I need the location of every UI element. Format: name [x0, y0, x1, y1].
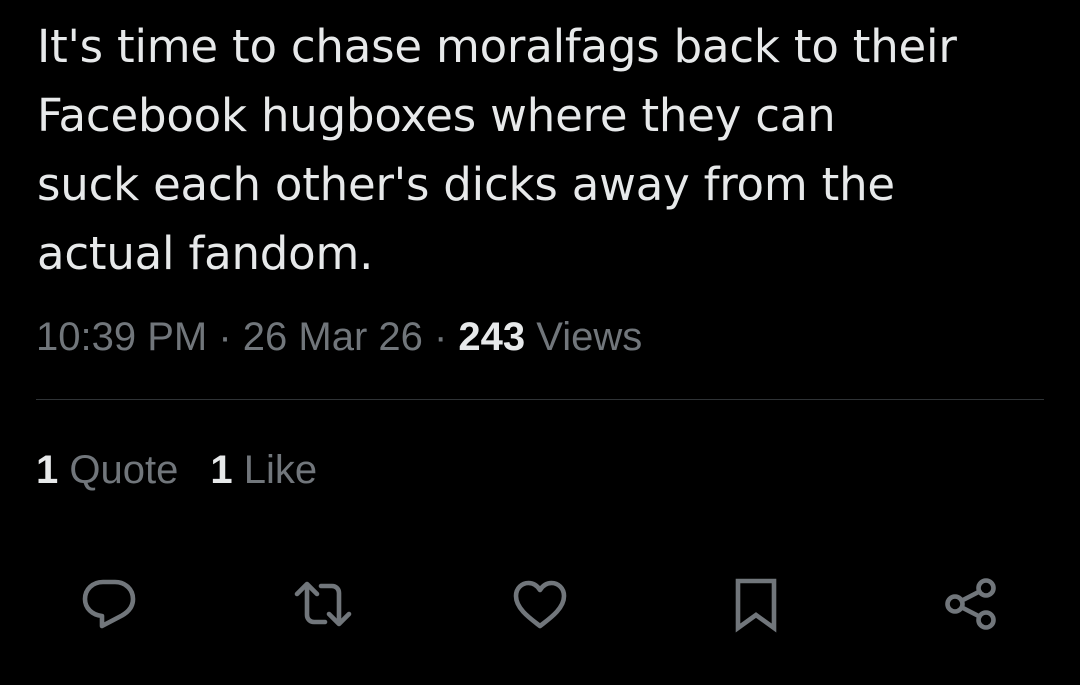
bookmark-button[interactable]: [724, 572, 788, 636]
like-button[interactable]: [508, 572, 572, 636]
tweet-date[interactable]: 26 Mar 26: [243, 315, 423, 359]
reply-button[interactable]: [77, 572, 141, 636]
tweet-text-line: It's time to chase moralfags back to the…: [37, 20, 957, 73]
retweet-button[interactable]: [291, 572, 355, 636]
likes-stat[interactable]: 1 Like: [210, 448, 317, 492]
likes-count: 1: [210, 448, 233, 492]
quotes-label: Quote: [58, 448, 179, 492]
bookmark-icon: [735, 578, 777, 633]
action-bar: [0, 572, 1080, 636]
tweet-time[interactable]: 10:39 PM: [36, 315, 207, 359]
engagement-stats: 1 Quote 1 Like: [36, 445, 349, 495]
share-button[interactable]: [939, 572, 1003, 636]
tweet-text-line: suck each other's dicks away from the: [37, 158, 895, 211]
meta-separator: ·: [207, 315, 243, 359]
likes-label: Like: [232, 448, 318, 492]
tweet-text: It's time to chase moralfags back to the…: [37, 12, 1057, 288]
views-label: Views: [525, 315, 643, 359]
views-count: 243: [458, 315, 526, 359]
divider: [36, 399, 1044, 400]
like-icon: [513, 580, 567, 629]
tweet-meta: 10:39 PM · 26 Mar 26 · 243 Views: [36, 312, 642, 362]
share-icon: [945, 578, 996, 630]
quotes-count: 1: [36, 448, 59, 492]
reply-icon: [82, 579, 136, 629]
tweet-text-line: Facebook hugboxes where they can: [37, 89, 836, 142]
quotes-stat[interactable]: 1 Quote: [36, 448, 178, 492]
tweet-text-line: actual fandom.: [37, 227, 374, 280]
meta-separator: ·: [422, 315, 459, 359]
retweet-icon: [294, 581, 352, 627]
